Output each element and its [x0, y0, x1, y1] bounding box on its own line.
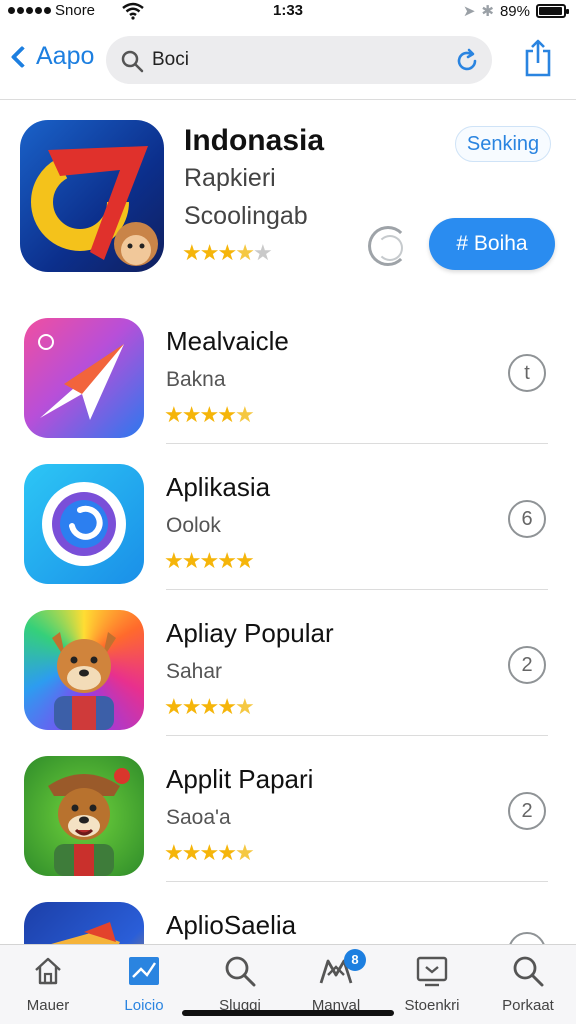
featured-app-title: Indonasia: [184, 124, 325, 157]
circle-logo-icon: [42, 482, 126, 566]
back-button[interactable]: Aapo: [8, 42, 94, 71]
loading-icon: [368, 226, 408, 266]
star-icon: ★: [234, 402, 255, 427]
tab-games[interactable]: 8 Manval: [288, 949, 384, 1014]
star-icon: ★: [164, 694, 184, 719]
share-icon[interactable]: [524, 38, 552, 78]
location-icon: ➤: [462, 3, 476, 20]
get-button[interactable]: # Boiha: [429, 218, 555, 270]
app-logo-icon: [31, 146, 158, 266]
updates-icon: [416, 956, 448, 987]
app-category: Saoa'a: [166, 806, 231, 829]
star-icon: ★: [234, 694, 255, 719]
star-icon: ★: [164, 402, 184, 427]
star-icon: ★: [164, 840, 184, 865]
app-category: Sahar: [166, 660, 223, 683]
star-icon: ★: [217, 548, 237, 573]
notification-badge: 8: [344, 949, 366, 971]
tab-today[interactable]: Loicio: [96, 953, 192, 1014]
star-icon: ★: [181, 694, 202, 719]
star-icon: ★: [199, 548, 219, 573]
star-icon: ★: [182, 240, 202, 265]
dog-character-icon: [48, 768, 130, 876]
list-item[interactable]: Mealvaicle Bakna ★★★★★ t: [0, 298, 576, 444]
reload-icon[interactable]: [454, 48, 480, 74]
download-button[interactable]: t: [508, 354, 546, 392]
star-icon: ★: [164, 548, 184, 573]
star-icon: ★: [199, 402, 219, 427]
star-icon: ★: [252, 240, 273, 265]
app-name: Aplikasia: [166, 472, 271, 502]
tab-label: Stoenkri: [404, 997, 460, 1014]
featured-app-category: Scoolingab: [184, 202, 308, 230]
today-icon: [129, 957, 159, 985]
fox-character-icon: [52, 632, 116, 730]
star-icon: ★: [181, 548, 202, 573]
search-input[interactable]: Boci: [106, 36, 492, 84]
tab-search[interactable]: Sluggi: [192, 953, 288, 1014]
list-item[interactable]: Aplikasia Oolok ★★★★★ 6: [0, 444, 576, 590]
status-badge[interactable]: Senking: [455, 126, 551, 162]
app-name: Mealvaicle: [166, 326, 289, 356]
star-icon: ★: [181, 840, 202, 865]
tab-label: Mauer: [26, 997, 70, 1014]
back-label: Aapo: [36, 42, 95, 70]
app-icon: [24, 610, 144, 730]
tab-updates[interactable]: Stoenkri: [384, 953, 480, 1014]
navigation-bar: Aapo Boci: [0, 24, 576, 100]
app-name: Applit Papari: [166, 764, 314, 794]
star-icon: ★: [234, 840, 255, 865]
star-icon: ★: [217, 402, 237, 427]
star-icon: ★: [234, 548, 255, 573]
search-query: Boci: [152, 49, 189, 70]
app-name: AplioSaelia: [166, 910, 297, 940]
star-icon: ★: [235, 240, 255, 265]
bluetooth-icon: ✱: [481, 3, 494, 20]
star-icon: ★: [217, 694, 237, 719]
tab-label: Loicio: [124, 997, 164, 1014]
home-icon: [35, 957, 61, 985]
star-icon: ★: [199, 840, 219, 865]
rating-stars: ★★★★★: [164, 694, 255, 720]
star-icon: ★: [199, 240, 220, 265]
download-button[interactable]: 6: [508, 500, 546, 538]
tab-home[interactable]: Mauer: [0, 953, 96, 1014]
app-category: Oolok: [166, 514, 221, 537]
list-item[interactable]: Applit Papari Saoa'a ★★★★★ 2: [0, 736, 576, 882]
tab-profile[interactable]: Porkaat: [480, 953, 576, 1014]
home-indicator: [182, 1010, 394, 1016]
star-icon: ★: [217, 240, 237, 265]
star-icon: ★: [181, 402, 202, 427]
search-icon: [513, 956, 544, 987]
rating-stars: ★★★★★: [164, 402, 255, 428]
featured-app-subtitle: Rapkieri: [184, 164, 276, 192]
download-button[interactable]: 2: [508, 646, 546, 684]
star-icon: ★: [199, 694, 219, 719]
star-icon: ★: [217, 840, 237, 865]
rating-stars: ★★★★★: [182, 240, 273, 266]
app-icon: [24, 464, 144, 584]
status-bar: Snore 1:33 ➤ ✱ 89%: [0, 0, 576, 24]
paper-plane-icon: [38, 334, 124, 420]
app-icon: [24, 756, 144, 876]
app-category: Bakna: [166, 368, 226, 391]
tab-label: Porkaat: [502, 997, 554, 1014]
rating-stars: ★★★★★: [164, 840, 255, 866]
battery-icon: [536, 4, 569, 18]
download-button[interactable]: 2: [508, 792, 546, 830]
app-name: Apliay Popular: [166, 618, 334, 648]
battery-percent: 89%: [499, 2, 530, 20]
status-right: ➤ ✱ 89%: [462, 2, 569, 20]
rating-stars: ★★★★★: [164, 548, 255, 574]
search-icon: [225, 956, 256, 987]
list-item[interactable]: Apliay Popular Sahar ★★★★★ 2: [0, 590, 576, 736]
chevron-left-icon: [10, 45, 34, 68]
app-icon: [24, 318, 144, 438]
battery-fill: [539, 7, 563, 15]
search-icon: [121, 50, 144, 73]
featured-app-icon[interactable]: [20, 120, 164, 272]
